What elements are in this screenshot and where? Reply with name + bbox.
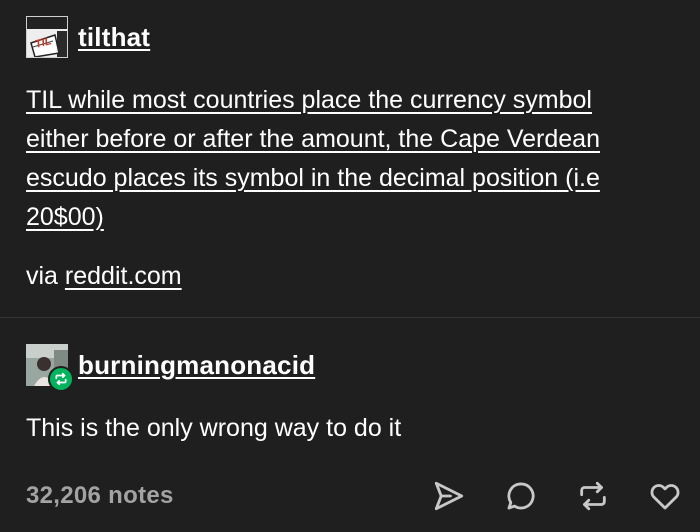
title-line-3: escudo places its symbol in the decimal …	[26, 164, 600, 192]
tilthat-avatar[interactable]: TIL	[26, 16, 68, 58]
reblog-icon[interactable]	[576, 479, 610, 513]
like-icon[interactable]	[648, 479, 682, 513]
notes-count[interactable]: 32,206 notes	[26, 482, 174, 510]
title-line-4: 20$00)	[26, 203, 104, 231]
post-actions	[432, 479, 682, 513]
reblog-badge-icon	[48, 366, 74, 392]
via-prefix: via	[26, 262, 65, 290]
post-footer: 32,206 notes	[26, 474, 682, 518]
reply-icon[interactable]	[504, 479, 538, 513]
via-source: via reddit.com	[26, 257, 182, 296]
burningmanonacid-avatar[interactable]	[26, 344, 74, 392]
via-reddit-link[interactable]: reddit.com	[65, 262, 182, 290]
title-link[interactable]: TIL while most countries place the curre…	[26, 81, 686, 237]
reblog-comment: This is the only wrong way to do it	[26, 414, 402, 442]
share-icon[interactable]	[432, 479, 466, 513]
reblog-header: burningmanonacid	[26, 344, 315, 392]
original-post-title: TIL while most countries place the curre…	[26, 81, 686, 237]
title-line-2: either before or after the amount, the C…	[26, 125, 600, 153]
burningmanonacid-username[interactable]: burningmanonacid	[78, 350, 315, 381]
tilthat-username[interactable]: tilthat	[78, 22, 150, 53]
original-post: TIL tilthat TIL while most countries pla…	[0, 0, 700, 317]
title-line-1: TIL while most countries place the curre…	[26, 86, 592, 114]
reblog-post: burningmanonacid This is the only wrong …	[0, 318, 700, 468]
original-post-header: TIL tilthat	[26, 16, 150, 58]
